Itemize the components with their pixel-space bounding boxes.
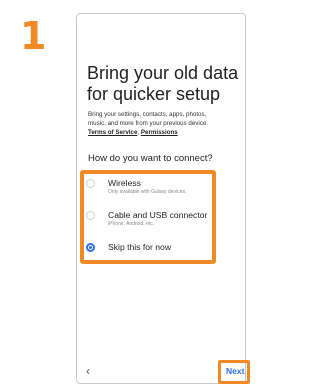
page-title: Bring your old data for quicker setup [87, 63, 242, 105]
legal-links-separator: , [137, 129, 140, 136]
legal-links: Terms of Service, Permissions [88, 128, 178, 137]
option-wireless[interactable]: Wireless Only available with Galaxy devi… [86, 178, 214, 202]
radio-skip[interactable] [86, 243, 95, 252]
step-badge: 1 [6, 10, 58, 58]
option-cable-usb-sublabel: iPhone, Android, etc. [108, 221, 155, 227]
radio-cable-usb[interactable] [86, 211, 95, 220]
description-line-1: Bring your settings, contacts, apps, pho… [88, 111, 207, 118]
option-wireless-sublabel: Only available with Galaxy devices. [108, 189, 187, 195]
page-title-line-1: Bring your old data [87, 63, 239, 83]
setup-description: Bring your settings, contacts, apps, pho… [88, 110, 240, 128]
option-cable-usb-label: Cable and USB connector [108, 210, 208, 220]
terms-of-service-link[interactable]: Terms of Service [88, 129, 137, 136]
option-cable-usb[interactable]: Cable and USB connector iPhone, Android,… [86, 210, 214, 234]
chevron-left-icon[interactable]: ‹ [86, 364, 98, 378]
radio-wireless[interactable] [86, 179, 95, 188]
option-skip[interactable]: Skip this for now [86, 242, 214, 266]
connection-question: How do you want to connect? [88, 153, 213, 164]
option-wireless-label: Wireless [108, 178, 141, 188]
page-title-line-2: for quicker setup [87, 84, 221, 104]
option-skip-label: Skip this for now [108, 242, 172, 252]
next-button-label[interactable]: Next [226, 366, 244, 377]
description-line-2: music, and more from your previous devic… [88, 120, 209, 127]
permissions-link[interactable]: Permissions [141, 129, 178, 136]
step-number: 1 [20, 14, 47, 58]
